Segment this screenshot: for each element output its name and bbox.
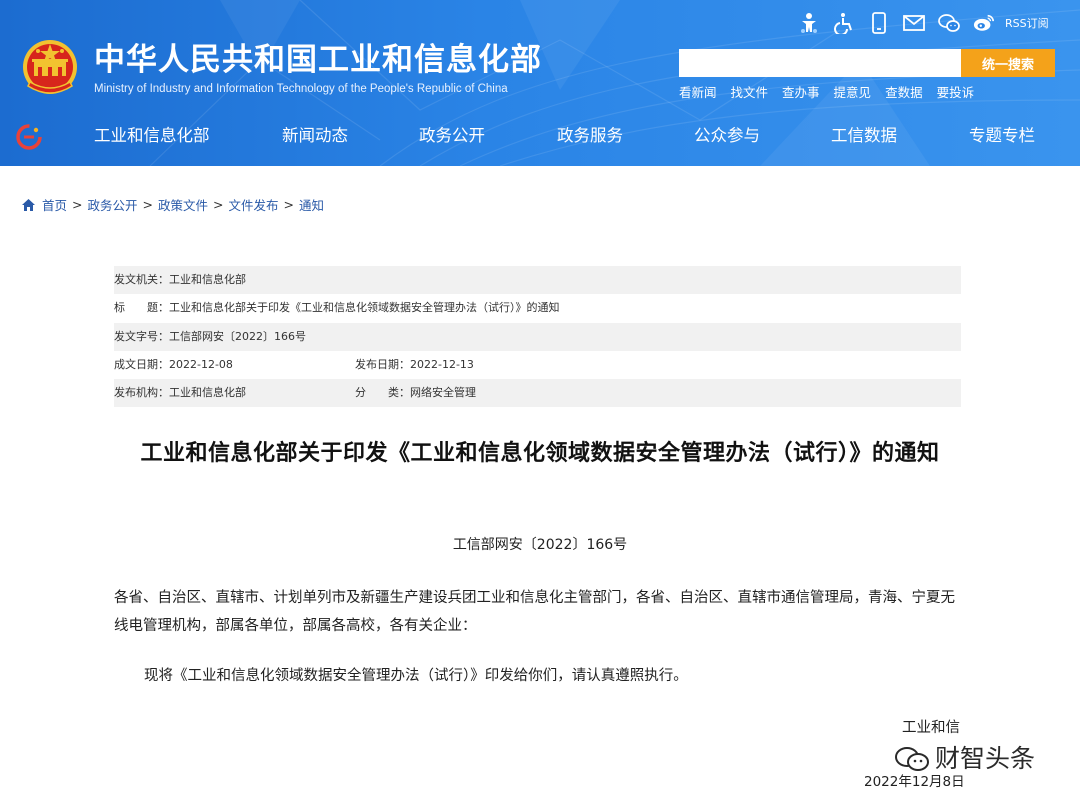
article-signature-org: 工业和信 (902, 720, 960, 736)
meta-row-doc-no: 发文字号：工信部网安〔2022〕166号 (114, 322, 961, 351)
mobile-phone-icon[interactable] (868, 12, 890, 34)
meta-publishing-org: 发布机构：工业和信息化部 (114, 386, 246, 400)
wechat-official-account-icon (895, 747, 929, 771)
quick-link-services[interactable]: 查办事 (782, 84, 820, 102)
article-title: 工业和信息化部关于印发《工业和信息化领域数据安全管理办法（试行）》的通知 (140, 441, 940, 466)
national-emblem-logo (23, 40, 77, 94)
meta-row-title: 标 题：工业和信息化部关于印发《工业和信息化领域数据安全管理办法（试行）》的通知 (114, 294, 961, 322)
breadcrumb: 首页 > 政务公开 > 政策文件 > 文件发布 > 通知 (21, 195, 324, 214)
breadcrumb-separator: > (142, 197, 153, 212)
breadcrumb-notice[interactable]: 通知 (299, 195, 324, 214)
mail-icon[interactable] (903, 12, 925, 34)
quick-link-documents[interactable]: 找文件 (731, 84, 769, 102)
quick-links: 看新闻 找文件 查办事 提意见 查数据 要投诉 (679, 84, 988, 102)
watermark-text: 财智头条 (935, 744, 1036, 773)
nav-item-government-affairs[interactable]: 政务公开 (419, 124, 485, 148)
nav-item-data[interactable]: 工信数据 (831, 124, 897, 148)
breadcrumb-government-affairs[interactable]: 政务公开 (88, 195, 138, 214)
rss-subscribe-link[interactable]: RSS订阅 (1005, 15, 1049, 31)
quick-link-data[interactable]: 查数据 (885, 84, 923, 102)
nav-item-ministry[interactable]: 工业和信息化部 (94, 124, 210, 148)
site-header: 中华人民共和国工业和信息化部 Ministry of Industry and … (0, 0, 1080, 166)
nav-item-special-topics[interactable]: 专题专栏 (969, 124, 1035, 148)
breadcrumb-separator: > (72, 197, 83, 212)
meta-category: 分 类：网络安全管理 (355, 386, 476, 400)
nav-item-public-participation[interactable]: 公众参与 (694, 124, 760, 148)
meta-published-date: 发布日期：2022-12-13 (355, 357, 474, 371)
quick-link-complaint[interactable]: 要投诉 (937, 84, 975, 102)
nav-item-news[interactable]: 新闻动态 (282, 124, 348, 148)
meta-issuer: 发文机关：工业和信息化部 (114, 273, 246, 286)
nav-home-logo-icon[interactable] (16, 124, 42, 150)
article-recipients: 各省、自治区、直辖市、计划单列市及新疆生产建设兵团工业和信息化主管部门，各省、自… (114, 590, 955, 634)
breadcrumb-policy-documents[interactable]: 政策文件 (158, 195, 208, 214)
unified-search-button[interactable]: 统一搜索 (961, 49, 1055, 77)
meta-created-date: 成文日期：2022-12-08 (114, 357, 233, 371)
meta-row-dates: 成文日期：2022-12-08 发布日期：2022-12-13 (114, 351, 961, 379)
top-utility-bar: RSS订阅 (798, 10, 1049, 36)
source-watermark: 财智头条 (893, 742, 1035, 776)
rss-label: RSS订阅 (1005, 17, 1049, 30)
breadcrumb-separator: > (213, 197, 224, 212)
article-body: 现将《工业和信息化领域数据安全管理办法（试行）》印发给你们，请认真遵照执行。 (144, 668, 688, 684)
breadcrumb-home[interactable]: 首页 (42, 195, 67, 214)
breadcrumb-separator: > (283, 197, 294, 212)
search-input[interactable] (679, 49, 961, 77)
meta-doc-number: 发文字号：工信部网安〔2022〕166号 (114, 329, 306, 343)
document-meta-table: 发文机关：工业和信息化部 标 题：工业和信息化部关于印发《工业和信息化领域数据安… (114, 266, 961, 408)
weibo-icon[interactable] (973, 12, 995, 34)
meta-row-issuer: 发文机关：工业和信息化部 (114, 266, 961, 295)
wheelchair-icon[interactable] (833, 12, 855, 34)
home-icon (21, 198, 36, 212)
nav-item-government-services[interactable]: 政务服务 (557, 124, 623, 148)
breadcrumb-document-release[interactable]: 文件发布 (229, 195, 279, 214)
accessibility-child-icon[interactable] (798, 12, 820, 34)
article-doc-number: 工信部网安〔2022〕166号 (452, 537, 628, 553)
quick-link-feedback[interactable]: 提意见 (834, 84, 872, 102)
site-title: 中华人民共和国工业和信息化部 (94, 42, 542, 78)
meta-title: 标 题：工业和信息化部关于印发《工业和信息化领域数据安全管理办法（试行）》的通知 (114, 301, 560, 315)
wechat-icon[interactable] (938, 12, 960, 34)
site-subtitle: Ministry of Industry and Information Tec… (94, 83, 508, 95)
meta-row-org: 发布机构：工业和信息化部 分 类：网络安全管理 (114, 379, 961, 408)
main-nav: 工业和信息化部 新闻动态 政务公开 政务服务 公众参与 工信数据 专题专栏 (0, 115, 1080, 157)
quick-link-news[interactable]: 看新闻 (679, 84, 717, 102)
